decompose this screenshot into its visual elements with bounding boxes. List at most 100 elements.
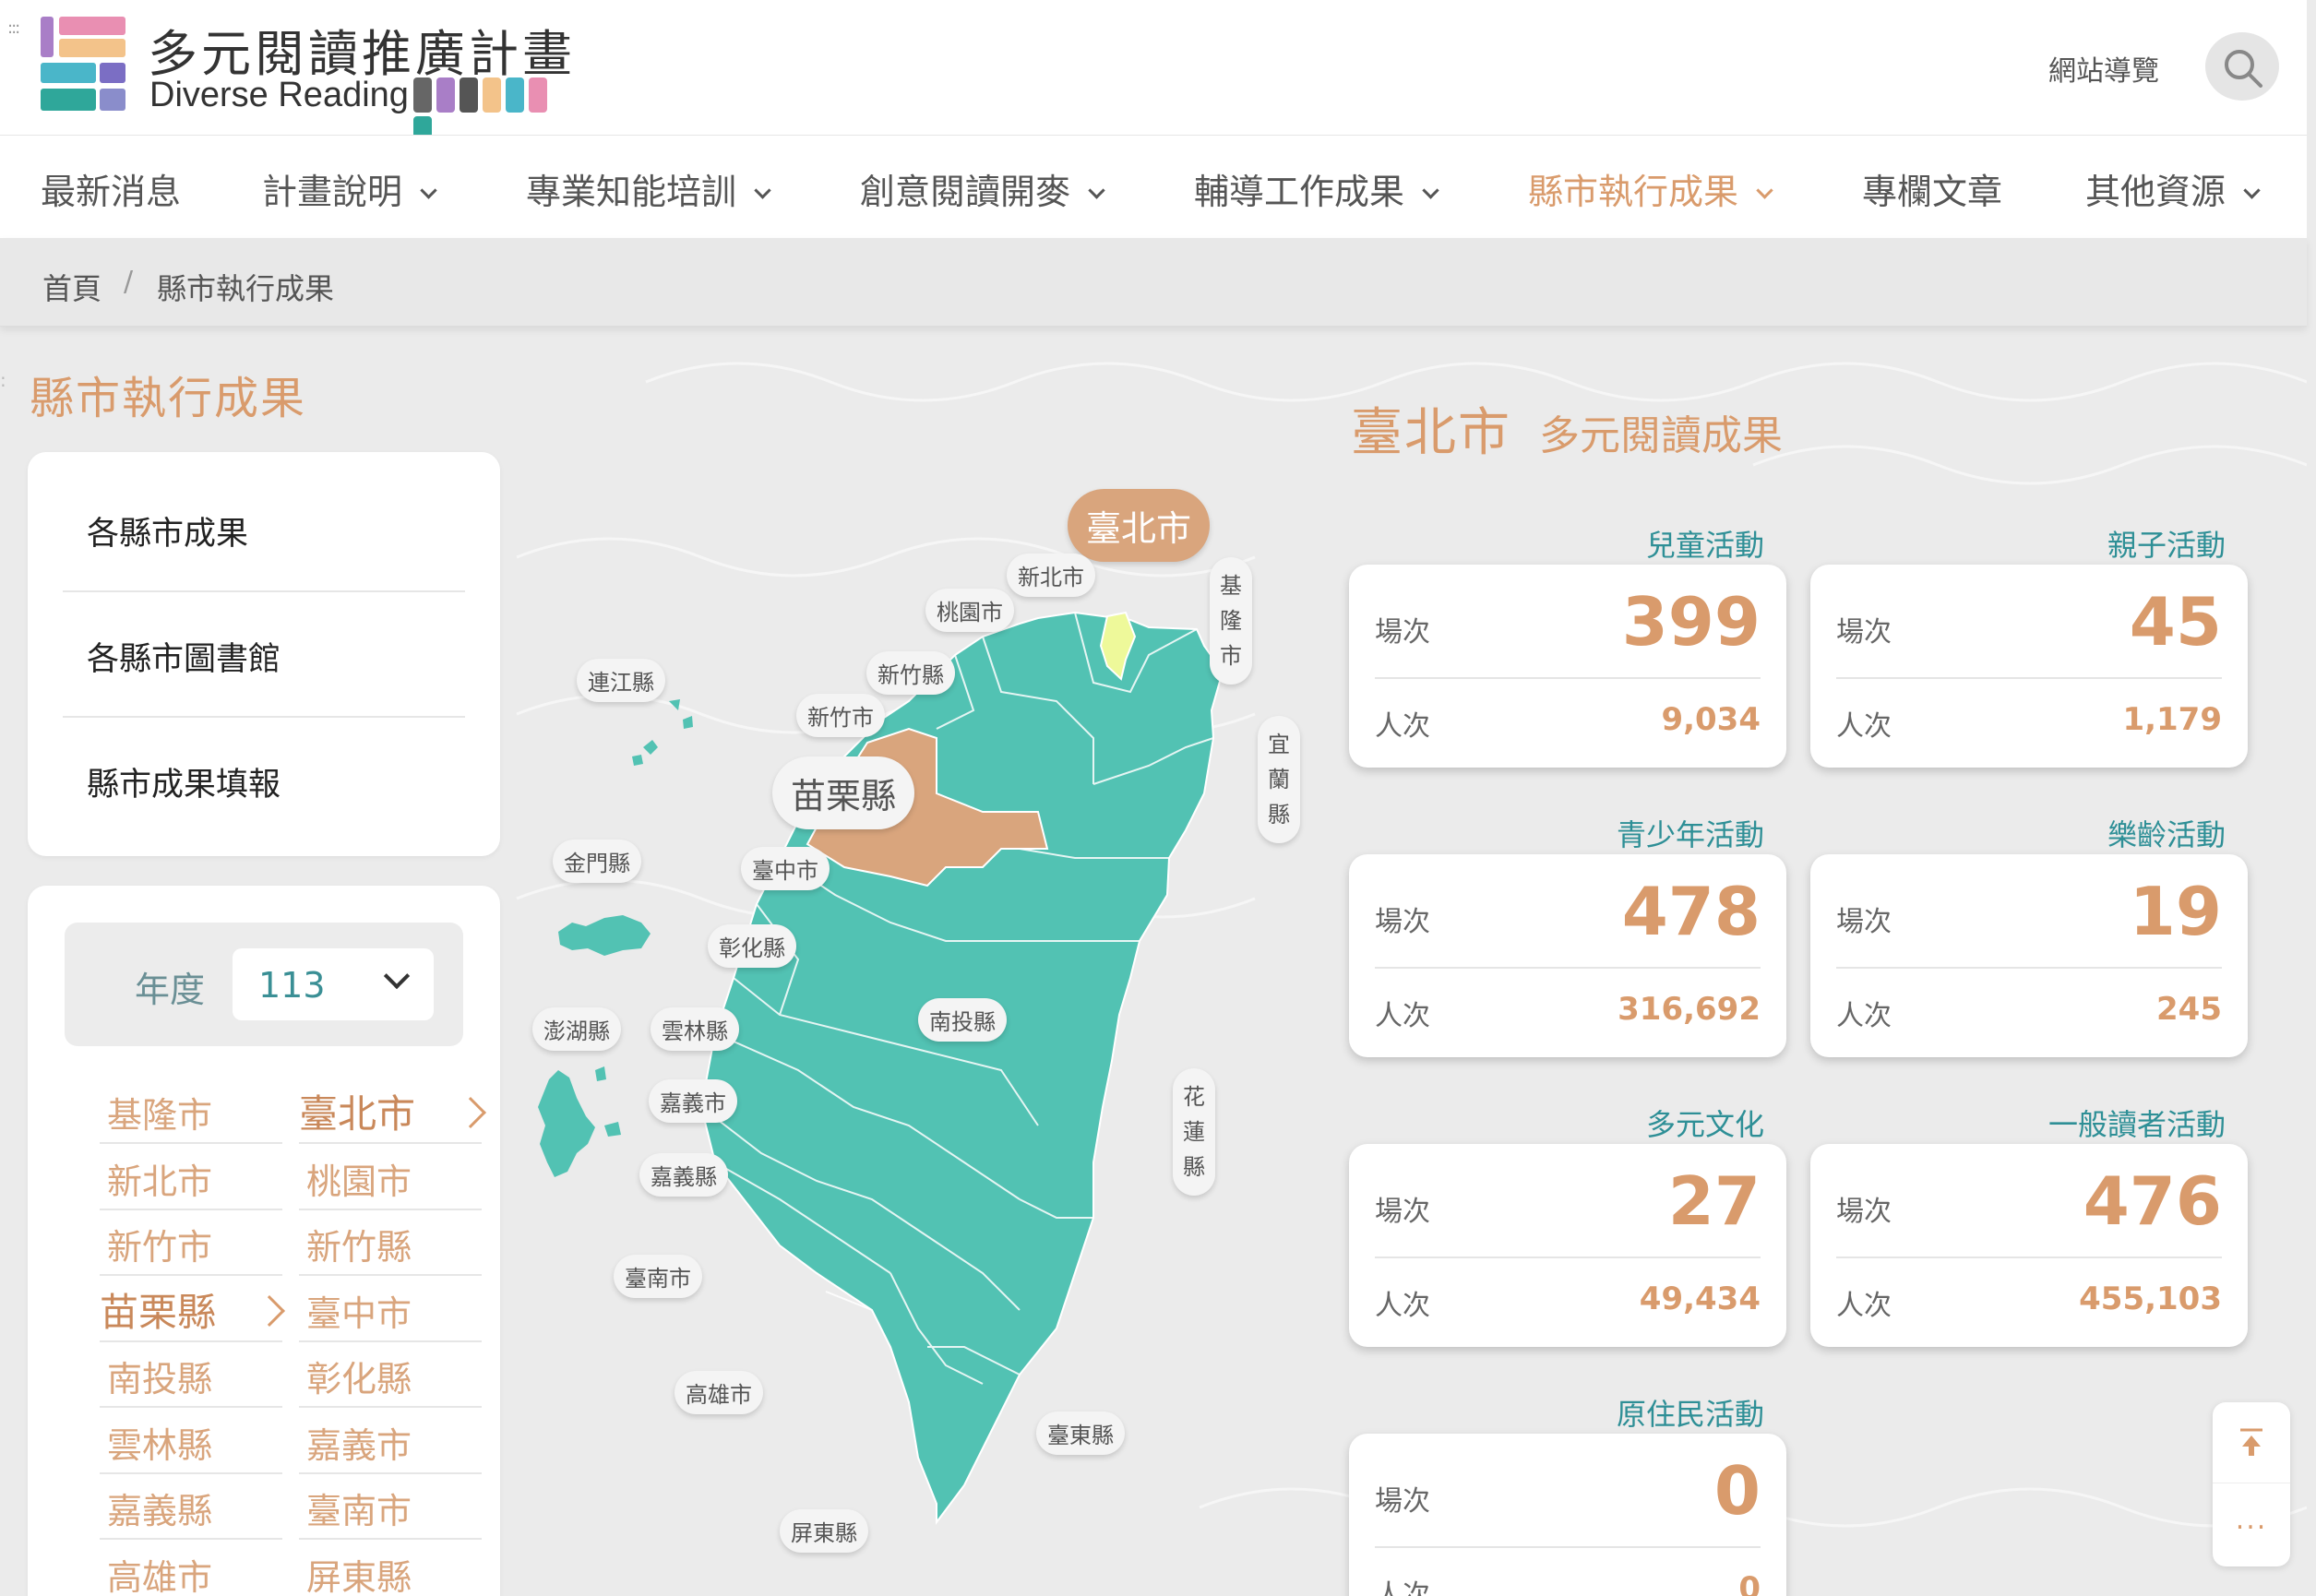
- city-link[interactable]: 苗栗縣: [100, 1281, 216, 1338]
- stat-card: 場次 478 人次 316,692: [1349, 854, 1786, 1057]
- stat-title: 原住民活動: [1616, 1397, 1764, 1432]
- city-link[interactable]: 臺北市: [299, 1083, 415, 1139]
- map-label-kinmen[interactable]: 金門縣: [553, 840, 641, 883]
- map-label-keelung[interactable]: 基隆市: [1210, 557, 1252, 685]
- city-link[interactable]: 高雄市: [107, 1549, 212, 1596]
- sessions-value: 399: [1621, 583, 1761, 661]
- menu-county-libraries[interactable]: 各縣市圖書館: [87, 633, 281, 680]
- map-label-miaoli[interactable]: 苗栗縣: [772, 756, 915, 829]
- more-options-button[interactable]: ...: [2213, 1483, 2290, 1566]
- people-value: 9,034: [1661, 701, 1761, 738]
- map-label-yunlin[interactable]: 雲林縣: [651, 1007, 739, 1051]
- breadcrumb: 首頁 / 縣市執行成果: [0, 238, 2307, 327]
- people-label: 人次: [1375, 1579, 1430, 1596]
- stat-title: 青少年活動: [1616, 817, 1764, 852]
- results-city: 臺北市: [1351, 403, 1511, 463]
- map-label-hualien[interactable]: 花蓮縣: [1173, 1068, 1215, 1196]
- map-island: [699, 611, 1224, 1525]
- year-select[interactable]: 113: [233, 948, 434, 1020]
- card-divider: [1836, 677, 2222, 679]
- map-canvas: [538, 611, 1224, 1525]
- nav-item-columns[interactable]: 專欄文章: [1862, 163, 2002, 214]
- city-divider: [299, 1538, 482, 1540]
- chevron-down-icon: [1088, 182, 1105, 199]
- map-label-lienchiang[interactable]: 連江縣: [577, 659, 665, 702]
- map-label-kaohsiung[interactable]: 高雄市: [675, 1371, 763, 1414]
- nav-item-creative[interactable]: 創意閱讀開麥: [860, 163, 1105, 214]
- card-divider: [1836, 1257, 2222, 1258]
- city-link[interactable]: 桃園市: [306, 1153, 412, 1204]
- nav-item-guidance[interactable]: 輔導工作成果: [1194, 163, 1439, 214]
- card-divider: [1375, 967, 1761, 969]
- breadcrumb-separator: /: [124, 266, 134, 298]
- menu-results-report[interactable]: 縣市成果填報: [87, 758, 281, 805]
- city-link[interactable]: 嘉義縣: [107, 1483, 212, 1533]
- city-divider: [299, 1406, 482, 1408]
- card-divider: [1375, 1546, 1761, 1548]
- menu-county-results[interactable]: 各縣市成果: [87, 507, 248, 554]
- nav-item-news[interactable]: 最新消息: [41, 163, 181, 214]
- site-map-link[interactable]: 網站導覽: [2048, 48, 2159, 89]
- sessions-label: 場次: [1836, 1196, 1892, 1228]
- nav-item-resources[interactable]: 其他資源: [2085, 163, 2261, 214]
- map-island-penghu: [538, 1066, 621, 1177]
- logo-pattern-icon: [413, 77, 563, 151]
- map-label-taitung[interactable]: 臺東縣: [1036, 1411, 1125, 1455]
- city-link[interactable]: 南投縣: [107, 1351, 212, 1401]
- stat-card: 場次 19 人次 245: [1810, 854, 2248, 1057]
- people-label: 人次: [1375, 1000, 1430, 1032]
- map-label-taoyuan[interactable]: 桃園市: [925, 589, 1014, 632]
- search-button[interactable]: [2205, 32, 2279, 101]
- city-link[interactable]: 臺中市: [306, 1285, 412, 1336]
- city-link[interactable]: 雲林縣: [107, 1417, 212, 1468]
- stat-title: 樂齡活動: [2107, 817, 2226, 852]
- sessions-value: 0: [1713, 1452, 1761, 1530]
- logo-icon[interactable]: [41, 17, 125, 113]
- sessions-value: 478: [1621, 873, 1761, 950]
- map-label-nantou[interactable]: 南投縣: [918, 998, 1007, 1042]
- breadcrumb-current: 縣市執行成果: [157, 271, 335, 306]
- nav-item-plan[interactable]: 計畫說明: [262, 163, 437, 214]
- main-nav: 最新消息 計畫說明 專業知能培訓 創意閱讀開麥 輔導工作成果 縣市執行成果 專欄…: [0, 135, 2307, 238]
- side-grip-icon: :: [0, 369, 6, 391]
- city-link[interactable]: 新竹縣: [306, 1219, 412, 1269]
- map-label-newtaipei[interactable]: 新北市: [1007, 554, 1095, 597]
- results-subtitle: 多元閱讀成果: [1539, 412, 1783, 459]
- drag-handle[interactable]: :::: [7, 18, 20, 38]
- map-label-hsinchu-city[interactable]: 新竹市: [796, 694, 885, 737]
- map-label-taichung[interactable]: 臺中市: [741, 847, 830, 890]
- map-label-taipei[interactable]: 臺北市: [1068, 489, 1211, 562]
- city-link[interactable]: 嘉義市: [306, 1417, 412, 1468]
- sessions-label: 場次: [1375, 1196, 1430, 1228]
- search-icon: [2225, 50, 2262, 88]
- site-header: ::: 多元閱讀推廣計畫 Diverse Reading 網站導覽: [0, 0, 2307, 151]
- taiwan-map: 臺北市 新北市 基隆市 桃園市 新竹縣 新竹市 連江縣 苗栗縣 宜蘭縣 金門縣 …: [503, 461, 1333, 1596]
- city-link[interactable]: 新竹市: [107, 1219, 212, 1269]
- city-divider: [299, 1142, 482, 1144]
- city-link[interactable]: 臺南市: [306, 1483, 412, 1533]
- map-label-changhua[interactable]: 彰化縣: [708, 924, 796, 968]
- city-divider: [299, 1471, 482, 1474]
- city-link[interactable]: 基隆市: [107, 1087, 212, 1137]
- card-divider: [1836, 967, 2222, 969]
- people-label: 人次: [1375, 710, 1430, 743]
- sessions-label: 場次: [1375, 1485, 1430, 1518]
- nav-item-county-results[interactable]: 縣市執行成果: [1528, 163, 1773, 214]
- city-link[interactable]: 屏東縣: [306, 1549, 412, 1596]
- city-link[interactable]: 新北市: [107, 1153, 212, 1204]
- map-label-yilan[interactable]: 宜蘭縣: [1258, 716, 1300, 843]
- city-link[interactable]: 彰化縣: [306, 1351, 412, 1401]
- map-label-pingtung[interactable]: 屏東縣: [780, 1509, 868, 1553]
- stat-card: 場次 476 人次 455,103: [1810, 1144, 2248, 1347]
- back-to-top-button[interactable]: [2213, 1402, 2290, 1483]
- map-label-penghu[interactable]: 澎湖縣: [532, 1007, 621, 1051]
- map-label-tainan[interactable]: 臺南市: [614, 1255, 702, 1298]
- map-label-hsinchu-county[interactable]: 新竹縣: [866, 651, 955, 695]
- map-label-chiayi-county[interactable]: 嘉義縣: [639, 1153, 728, 1197]
- breadcrumb-home[interactable]: 首頁: [42, 266, 101, 308]
- map-label-chiayi-city[interactable]: 嘉義市: [649, 1079, 737, 1123]
- nav-item-training[interactable]: 專業知能培訓: [526, 163, 771, 214]
- city-divider: [299, 1274, 482, 1276]
- stat-card: 場次 399 人次 9,034: [1349, 565, 1786, 768]
- city-divider: [100, 1274, 282, 1276]
